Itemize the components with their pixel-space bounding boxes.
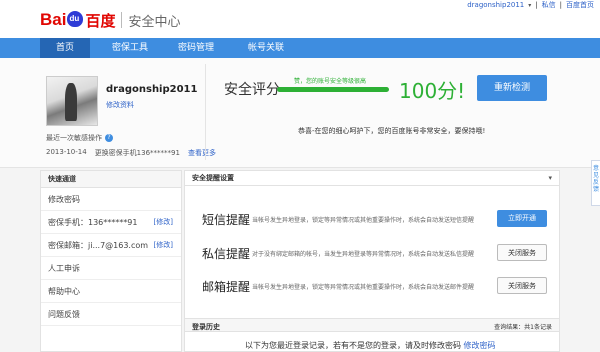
quick-link-help[interactable]: 帮助中心: [41, 280, 181, 303]
link-divider: |: [559, 1, 562, 9]
enable-sms-button[interactable]: 立即开通: [497, 210, 547, 227]
band-divider: [205, 64, 206, 160]
security-score-value: 100分!: [399, 79, 466, 103]
quick-link-email: 密保邮箱：ji...7@163.com [修改]: [41, 234, 181, 257]
feedback-side-tab[interactable]: 意见反馈: [591, 160, 600, 206]
chevron-down-icon[interactable]: ▾: [548, 171, 552, 186]
quick-link-label: 密保邮箱：ji...7@163.com: [48, 241, 149, 250]
quick-link-label: 问题反馈: [48, 310, 80, 319]
main-nav: 首页 密保工具 密码管理 帐号关联: [0, 38, 600, 58]
recent-op-date: 2013-10-14: [46, 148, 87, 156]
reminder-row-email: 邮箱提醒 当帐号发生异地登录，锁定等异常情况或其他重要操作时，系统会自动发送邮件…: [185, 274, 561, 298]
edit-profile-link[interactable]: 修改资料: [106, 100, 134, 110]
user-menu[interactable]: dragonship2011: [467, 1, 524, 9]
top-bar: Bai 百度 安全中心 dragonship2011 ▾ | 私信 | 百度首页: [0, 0, 600, 38]
recent-op-text: 最近一次敏感操作: [46, 134, 102, 142]
quick-link-appeal[interactable]: 人工申诉: [41, 257, 181, 280]
disable-message-button[interactable]: 关闭服务: [497, 244, 547, 261]
profile-band: dragonship2011 修改资料 最近一次敏感操作 ? 2013-10-1…: [0, 58, 600, 168]
disable-email-button[interactable]: 关闭服务: [497, 277, 547, 294]
reminder-name: 私信提醒: [202, 247, 251, 261]
login-history-title: 登录历史: [192, 323, 220, 331]
reminder-row-sms: 短信提醒 当帐号发生异地登录，锁定等异常情况或其他重要操作时，系统会自动发送短信…: [185, 207, 561, 231]
reminder-panel: 安全提醒设置 ▾ 短信提醒 当帐号发生异地登录，锁定等异常情况或其他重要操作时，…: [184, 170, 560, 352]
quick-link-label: 人工申诉: [48, 264, 80, 273]
quick-link-label: 修改密码: [48, 195, 80, 204]
reminder-desc: 对于没有绑定邮箱的帐号，当发生异地登录等异常情况时，系统会自动发送私信提醒: [252, 251, 475, 258]
security-note: 恭喜-在您的细心呵护下，您的百度账号非常安全，要保持哦!: [298, 127, 486, 135]
recheck-button[interactable]: 重新检测: [477, 75, 547, 101]
reminder-name: 短信提醒: [202, 213, 251, 227]
reminder-title-text: 安全提醒设置: [192, 174, 234, 182]
change-password-link[interactable]: 修改密码: [464, 341, 496, 350]
site-title: 安全中心: [128, 14, 181, 30]
avatar[interactable]: [46, 76, 98, 126]
quick-link-label: 帮助中心: [48, 287, 80, 296]
tab-account-link[interactable]: 帐号关联: [236, 38, 296, 58]
chevron-down-icon[interactable]: ▾: [528, 2, 531, 9]
quick-links-title: 快速通道: [41, 171, 181, 188]
reminder-panel-title: 安全提醒设置 ▾: [185, 171, 559, 186]
login-history-text: 以下为您最近登录记录，若有不是您的登录，请及时修改密码 修改密码: [245, 340, 496, 351]
reminder-row-message: 私信提醒 对于没有绑定邮箱的帐号，当发生异地登录等异常情况时，系统会自动发送私信…: [185, 241, 561, 265]
quick-link-feedback[interactable]: 问题反馈: [41, 303, 181, 326]
baidu-logo[interactable]: Bai 百度 安全中心: [40, 10, 181, 30]
logo-text: Bai: [40, 10, 67, 29]
reminder-desc: 当帐号发生异地登录，锁定等异常情况或其他重要操作时，系统会自动发送短信提醒: [252, 217, 475, 224]
security-score-bar: [277, 87, 389, 92]
baidu-home-link[interactable]: 百度首页: [566, 0, 594, 10]
modify-email-link[interactable]: [修改]: [154, 234, 173, 257]
recent-op-label: 最近一次敏感操作 ?: [46, 133, 113, 143]
quick-link-label: 密保手机：136******91: [48, 218, 138, 227]
logo-text-baidu: 百度: [85, 11, 116, 30]
tab-home[interactable]: 首页: [40, 38, 90, 58]
tab-security-tools[interactable]: 密保工具: [100, 38, 160, 58]
reminder-desc: 当帐号发生异地登录，锁定等异常情况或其他重要操作时，系统会自动发送邮件提醒: [252, 284, 475, 291]
link-divider: |: [535, 1, 538, 9]
quick-links-panel: 快速通道 修改密码 密保手机：136******91 [修改] 密保邮箱：ji.…: [40, 170, 182, 352]
paw-icon: [67, 11, 84, 27]
view-more-link[interactable]: 查看更多: [188, 148, 216, 158]
reminder-name: 邮箱提醒: [202, 280, 251, 294]
recent-op-action: 更换密保手机136******91: [94, 149, 180, 157]
logo-divider: [121, 12, 123, 28]
tab-password[interactable]: 密码管理: [166, 38, 226, 58]
quick-link-phone: 密保手机：136******91 [修改]: [41, 211, 181, 234]
modify-phone-link[interactable]: [修改]: [154, 211, 173, 234]
help-icon[interactable]: ?: [105, 134, 113, 142]
quick-link-change-password[interactable]: 修改密码: [41, 188, 181, 211]
login-history-bar: 登录历史 查询结果：共1条记录: [185, 318, 559, 332]
profile-username: dragonship2011: [106, 84, 198, 95]
top-links: dragonship2011 ▾ | 私信 | 百度首页: [467, 0, 594, 10]
login-history-desc: 以下为您最近登录记录，若有不是您的登录，请及时修改密码: [245, 341, 461, 350]
privacy-link[interactable]: 私信: [542, 0, 556, 10]
security-score-label: 安全评分: [224, 82, 280, 98]
security-score-tip: 赞，您的账号安全等级很高: [294, 78, 367, 85]
login-history-result: 查询结果：共1条记录: [494, 324, 552, 331]
recent-op-row: 2013-10-14 更换密保手机136******91 查看更多: [46, 148, 216, 158]
